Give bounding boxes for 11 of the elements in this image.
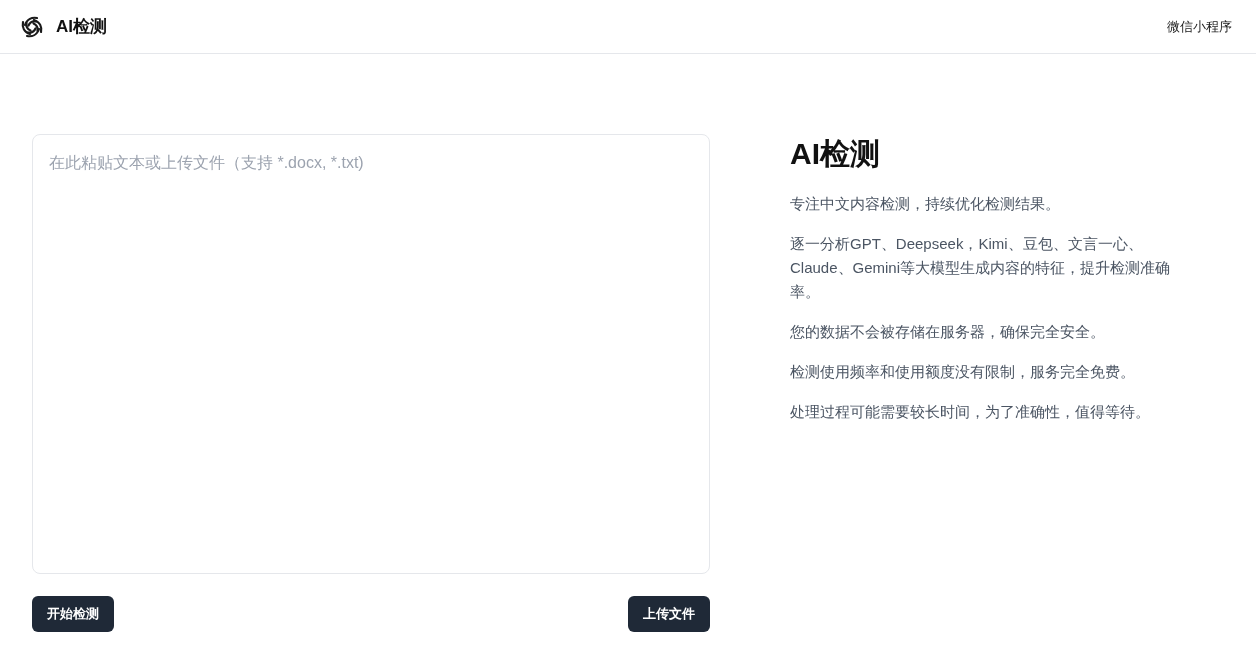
info-paragraph: 您的数据不会被存储在服务器，确保完全安全。 [790, 322, 1106, 342]
info-paragraph: 检测使用频率和使用额度没有限制，服务完全免费。 [790, 362, 1136, 382]
info-paragraph: 专注中文内容检测，持续优化检测结果。 [790, 194, 1061, 214]
brand-title: AI检测 [56, 16, 107, 38]
info-paragraph: 逐一分析GPT、Deepseek，Kimi、豆包、文言一心、Claude、Gemini等大模型生成内容的特征，提升检测准确率。 [790, 234, 1172, 302]
text-input-field[interactable]: 在此粘贴文本或上传文件（支持 *.docx, *.txt) [32, 134, 710, 574]
upload-file-button[interactable]: 上传文件 [628, 596, 710, 632]
info-title: AI检测 [790, 136, 881, 172]
start-detection-button[interactable]: 开始检测 [32, 596, 114, 632]
info-paragraph: 处理过程可能需要较长时间，为了准确性，值得等待。 [790, 402, 1151, 422]
nav-link[interactable]: 微信小程序 [1167, 17, 1232, 36]
